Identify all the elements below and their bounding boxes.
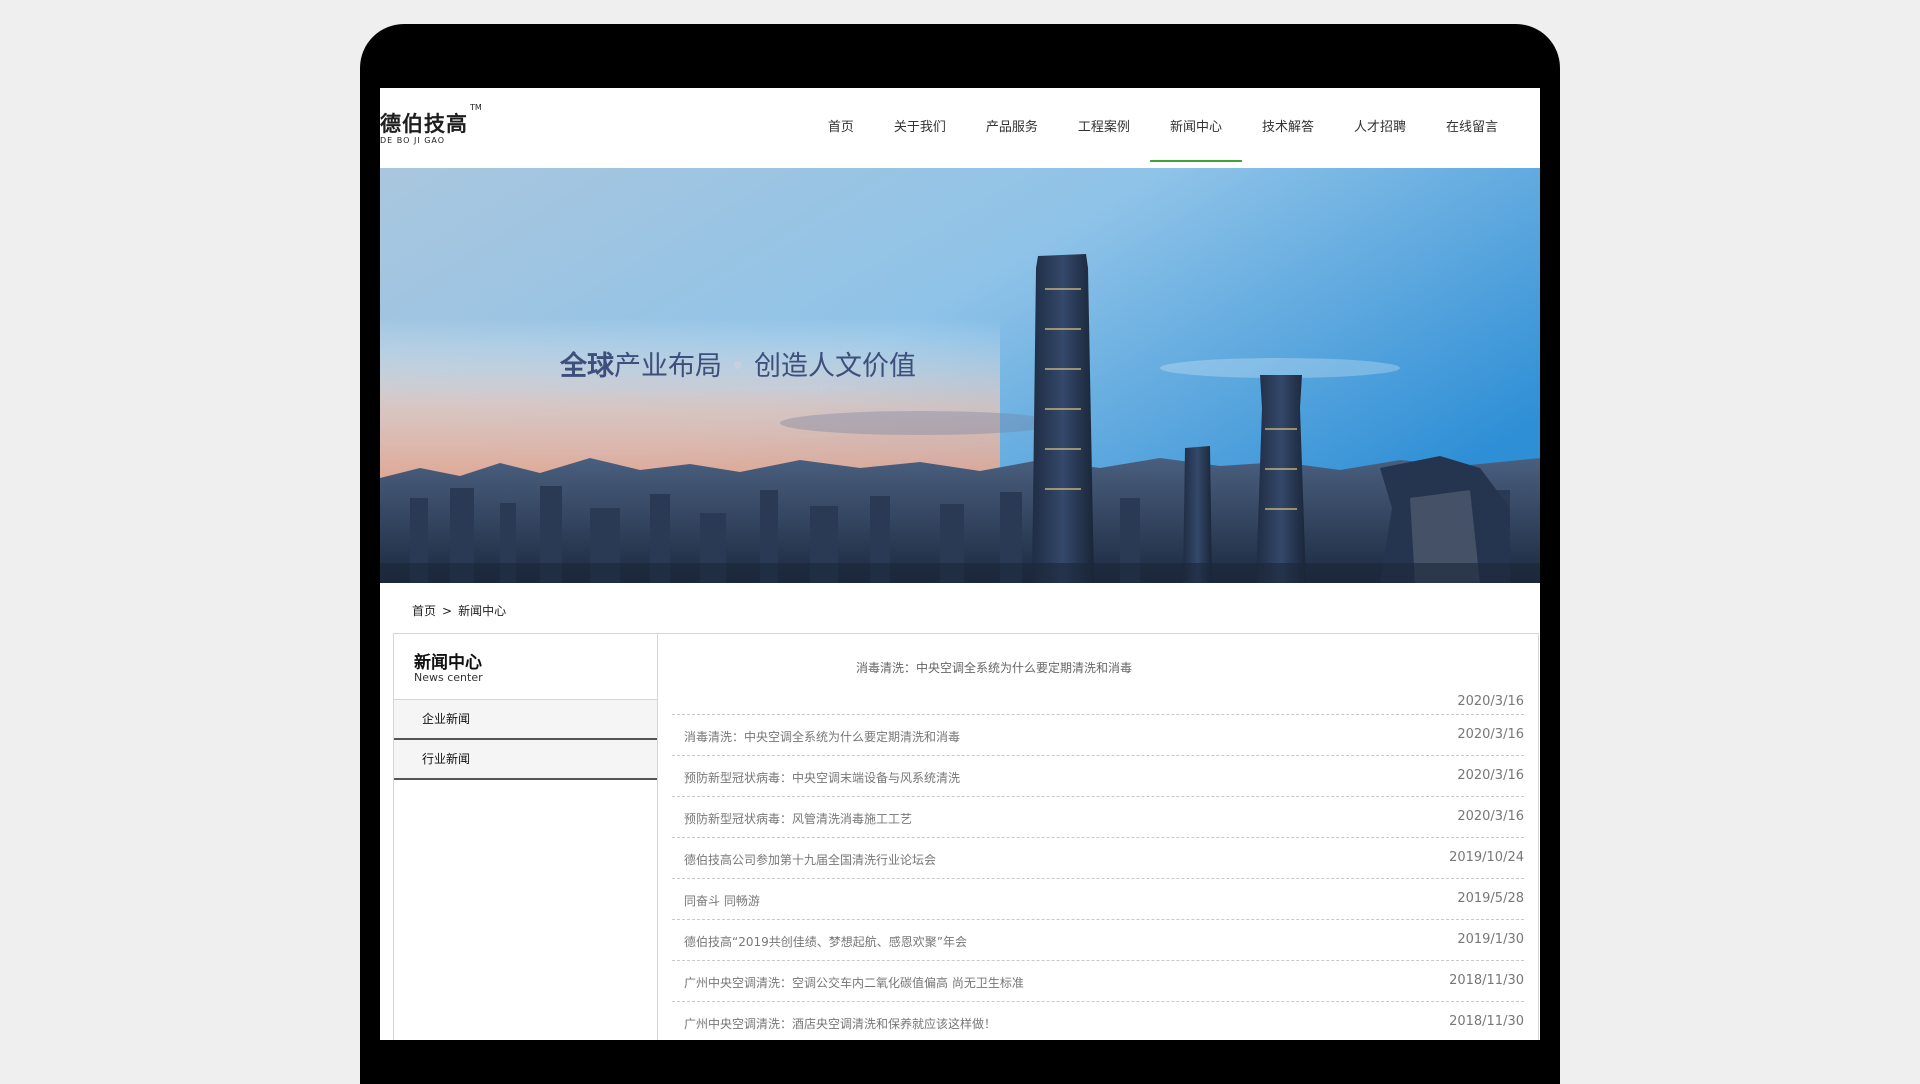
news-date: 2018/11/30	[1449, 973, 1524, 988]
news-title[interactable]: 德伯技高公司参加第十九届全国清洗行业论坛会	[684, 851, 936, 868]
browser-screen: 德伯技高 TM DE BO JI GAO 首页 关于我们 产品服务 工程案例 新…	[380, 88, 1540, 1040]
news-title[interactable]: 广州中央空调清洗：酒店央空调清洗和保养就应该这样做！	[684, 1015, 996, 1032]
nav-about[interactable]: 关于我们	[874, 88, 966, 168]
sidebar-item-industry-news[interactable]: 行业新闻	[394, 740, 658, 780]
news-date: 2018/11/30	[1449, 1014, 1524, 1029]
breadcrumb: 首页 > 新闻中心	[412, 602, 506, 619]
banner-headline-bold: 全球	[560, 351, 614, 382]
news-title[interactable]: 预防新型冠状病毒：中央空调末端设备与风系统清洗	[684, 769, 960, 786]
news-date: 2019/10/24	[1449, 850, 1524, 865]
news-title[interactable]: 广州中央空调清洗：空调公交车内二氧化碳值偏高 尚无卫生标准	[684, 974, 1024, 991]
news-list: 消毒清洗：中央空调全系统为什么要定期清洗和消毒 2020/3/16 预防新型冠状病…	[672, 714, 1524, 1040]
breadcrumb-current[interactable]: 新闻中心	[458, 604, 506, 618]
news-title[interactable]: 消毒清洗：中央空调全系统为什么要定期清洗和消毒	[684, 728, 960, 745]
news-content: 消毒清洗：中央空调全系统为什么要定期清洗和消毒 2020/3/16 消毒清洗：中…	[657, 633, 1539, 1040]
nav-cases[interactable]: 工程案例	[1058, 88, 1150, 168]
logo-trademark: TM	[470, 103, 482, 112]
sidebar-subtitle: News center	[414, 671, 483, 684]
news-date: 2019/1/30	[1457, 932, 1524, 947]
breadcrumb-separator: >	[442, 604, 453, 618]
news-row[interactable]: 预防新型冠状病毒：风管清洗消毒施工工艺 2020/3/16	[672, 796, 1524, 837]
logo-text: 德伯技高	[380, 112, 468, 136]
news-row[interactable]: 广州中央空调清洗：空调公交车内二氧化碳值偏高 尚无卫生标准 2018/11/30	[672, 960, 1524, 1001]
news-row[interactable]: 消毒清洗：中央空调全系统为什么要定期清洗和消毒 2020/3/16	[672, 714, 1524, 755]
news-date: 2020/3/16	[1457, 727, 1524, 742]
news-row[interactable]: 广州中央空调清洗：酒店央空调清洗和保养就应该这样做！ 2018/11/30	[672, 1001, 1524, 1040]
featured-news-date: 2020/3/16	[1457, 694, 1524, 709]
sidebar-header: 新闻中心 News center	[394, 634, 658, 700]
city-skyline-image	[380, 168, 1540, 583]
news-row[interactable]: 德伯技高“2019共创佳绩、梦想起航、感恩欢聚”年会 2019/1/30	[672, 919, 1524, 960]
nav-products[interactable]: 产品服务	[966, 88, 1058, 168]
site-header: 德伯技高 TM DE BO JI GAO 首页 关于我们 产品服务 工程案例 新…	[380, 88, 1540, 168]
sidebar-item-company-news[interactable]: 企业新闻	[394, 700, 658, 740]
news-title[interactable]: 预防新型冠状病毒：风管清洗消毒施工工艺	[684, 810, 912, 827]
news-title[interactable]: 德伯技高“2019共创佳绩、梦想起航、感恩欢聚”年会	[684, 933, 967, 950]
logo-pinyin: DE BO JI GAO	[380, 136, 446, 145]
banner-subtitle: Internet Plus Financial Services Platfor…	[560, 384, 857, 394]
banner-dot	[734, 361, 742, 369]
banner-headline-rest: 产业布局	[614, 351, 722, 382]
sidebar-title: 新闻中心	[414, 653, 482, 673]
main-nav: 首页 关于我们 产品服务 工程案例 新闻中心 技术解答 人才招聘 在线留言	[808, 88, 1518, 168]
news-date: 2020/3/16	[1457, 809, 1524, 824]
logo[interactable]: 德伯技高 TM DE BO JI GAO	[380, 103, 490, 152]
news-row[interactable]: 预防新型冠状病毒：中央空调末端设备与风系统清洗 2020/3/16	[672, 755, 1524, 796]
news-date: 2020/3/16	[1457, 768, 1524, 783]
news-row[interactable]: 同奋斗 同畅游 2019/5/28	[672, 878, 1524, 919]
news-date: 2019/5/28	[1457, 891, 1524, 906]
nav-news[interactable]: 新闻中心	[1149, 88, 1242, 168]
breadcrumb-home[interactable]: 首页	[412, 604, 436, 618]
banner-headline-right: 创造人文价值	[754, 351, 916, 382]
nav-jobs[interactable]: 人才招聘	[1334, 88, 1426, 168]
banner-headline: 全球产业布局 创造人文价值	[560, 344, 916, 383]
news-sidebar: 新闻中心 News center 企业新闻 行业新闻	[393, 633, 658, 1040]
news-title[interactable]: 同奋斗 同畅游	[684, 892, 760, 909]
nav-home[interactable]: 首页	[808, 88, 874, 168]
nav-message[interactable]: 在线留言	[1426, 88, 1518, 168]
hero-banner: 全球产业布局 创造人文价值 Internet Plus Financial Ser…	[380, 168, 1540, 583]
news-row[interactable]: 德伯技高公司参加第十九届全国清洗行业论坛会 2019/10/24	[672, 837, 1524, 878]
featured-news-title[interactable]: 消毒清洗：中央空调全系统为什么要定期清洗和消毒	[856, 659, 1132, 676]
nav-tech[interactable]: 技术解答	[1242, 88, 1334, 168]
